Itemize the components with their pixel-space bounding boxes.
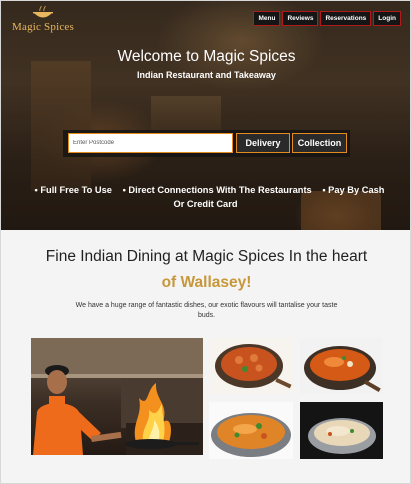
feature-item: • Full Free To Use: [34, 185, 112, 195]
feature-item: • Direct Connections With The Restaurant…: [122, 185, 312, 195]
nav-reviews[interactable]: Reviews: [282, 11, 319, 26]
dish-photo: [300, 402, 383, 459]
intro-section: Fine Indian Dining at Magic Spices In th…: [1, 230, 410, 483]
dish-photo: [300, 338, 383, 394]
intro-heading-highlight: of Wallasey!: [161, 274, 252, 291]
nav-menu[interactable]: Menu: [253, 11, 281, 26]
collection-button[interactable]: Collection: [292, 133, 347, 153]
brand-name: Magic Spices: [12, 21, 74, 33]
page: Magic Spices Menu Reviews Reservations L…: [0, 0, 411, 484]
curry-bowl-image: [209, 338, 293, 394]
curry-bowl-image: [209, 402, 293, 459]
chef-cooking-image: [31, 338, 203, 455]
nav-login[interactable]: Login: [373, 11, 401, 26]
dish-photo: [209, 402, 293, 459]
hero-subtitle: Indian Restaurant and Takeaway: [137, 70, 276, 80]
dish-photo: [209, 338, 293, 394]
hero-section: Magic Spices Menu Reviews Reservations L…: [1, 1, 410, 230]
curry-bowl-image: [300, 402, 383, 459]
logo[interactable]: Magic Spices: [10, 4, 76, 34]
feature-list: • Full Free To Use • Direct Connections …: [25, 183, 390, 211]
intro-heading: Fine Indian Dining at Magic Spices In th…: [45, 248, 368, 265]
bowl-logo-icon: [33, 6, 53, 18]
delivery-button[interactable]: Delivery: [236, 133, 290, 153]
curry-bowl-image: [300, 338, 383, 394]
chef-photo: [31, 338, 203, 455]
postcode-input[interactable]: [68, 133, 233, 153]
intro-description: We have a huge range of fantastic dishes…: [75, 302, 338, 319]
postcode-search: Delivery Collection: [63, 130, 350, 157]
top-nav: Menu Reviews Reservations Login: [253, 11, 401, 26]
nav-reservations[interactable]: Reservations: [320, 11, 372, 26]
hero-title: Welcome to Magic Spices: [117, 48, 296, 65]
